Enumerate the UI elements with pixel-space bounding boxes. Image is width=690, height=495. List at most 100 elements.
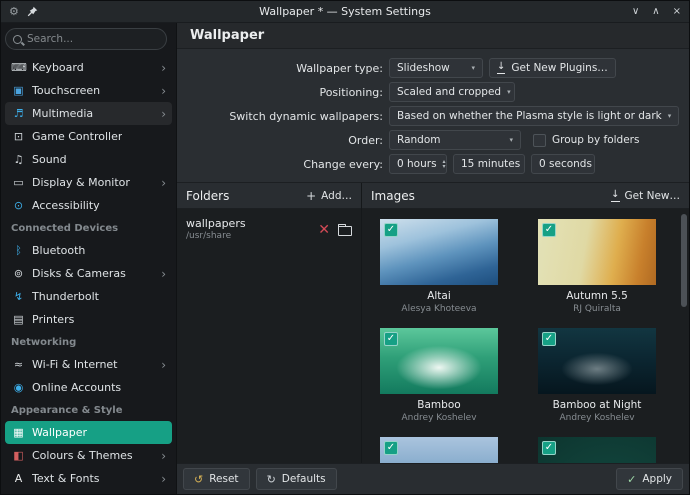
button-label: Get New… xyxy=(625,190,680,202)
wallpaper-author: Andrey Koshelev xyxy=(380,413,498,425)
sidebar-item-label: Touchscreen xyxy=(32,84,100,97)
dynamic-wallpapers-dropdown[interactable]: Based on whether the Plasma style is lig… xyxy=(389,106,679,126)
system-settings-window: ⚙ Wallpaper * — System Settings ∨ ∧ × ☰ xyxy=(0,0,690,495)
remove-folder-icon[interactable]: ✕ xyxy=(318,223,330,237)
sidebar-section-appearance-style: Appearance & Style xyxy=(5,399,172,421)
chevron-right-icon: › xyxy=(161,268,166,280)
sidebar-item-touchscreen[interactable]: ▣ Touchscreen › xyxy=(5,79,172,102)
wallpaper-author: Andrey Koshelev xyxy=(538,413,656,425)
colours-themes-icon: ◧ xyxy=(11,450,26,461)
wallpaper-thumbnail-bamboo[interactable]: ✓ Bamboo Andrey Koshelev xyxy=(380,328,498,425)
sidebar-item-printers[interactable]: ▤ Printers xyxy=(5,308,172,331)
spinner-value: 0 hours xyxy=(397,158,437,170)
wallpaper-thumbnail-altai[interactable]: ✓ Altai Alesya Khoteeva xyxy=(380,219,498,316)
thumbnail-image[interactable]: ✓ xyxy=(380,328,498,394)
thumbnail-image[interactable]: ✓ xyxy=(538,437,656,463)
spin-down-icon[interactable]: ▾ xyxy=(443,164,446,169)
sidebar-item-disks-cameras[interactable]: ⊚ Disks & Cameras › xyxy=(5,262,172,285)
seconds-spinner[interactable]: 0 seconds ▴ ▾ xyxy=(531,154,595,174)
sidebar-item-display-monitor[interactable]: ▭ Display & Monitor › xyxy=(5,171,172,194)
chevron-right-icon: › xyxy=(161,177,166,189)
titlebar: ⚙ Wallpaper * — System Settings ∨ ∧ × xyxy=(1,1,689,23)
positioning-label: Positioning: xyxy=(187,86,383,99)
wallpaper-form: Wallpaper type: Slideshow ▾ ↓ Get New Pl… xyxy=(177,49,689,182)
checkbox-checked-icon[interactable]: ✓ xyxy=(384,332,398,346)
order-dropdown[interactable]: Random ▾ xyxy=(389,130,521,150)
sidebar-section-networking: Networking xyxy=(5,331,172,353)
chevron-down-icon: ▾ xyxy=(668,112,672,120)
group-by-folders-checkbox[interactable] xyxy=(533,134,546,147)
get-new-wallpapers-button[interactable]: ↓ Get New… xyxy=(611,190,680,202)
sidebar-item-multimedia[interactable]: ♬ Multimedia › xyxy=(5,102,172,125)
wallpaper-thumbnail-partial-right[interactable]: ✓ xyxy=(538,437,656,463)
undo-icon: ↺ xyxy=(194,474,203,485)
wallpaper-thumbnail-partial-left[interactable]: ✓ xyxy=(380,437,498,463)
checkbox-checked-icon[interactable]: ✓ xyxy=(384,223,398,237)
switch-dynamic-wallpapers-label: Switch dynamic wallpapers: xyxy=(187,110,383,123)
hours-spinner[interactable]: 0 hours ▴ ▾ xyxy=(389,154,447,174)
checkbox-checked-icon[interactable]: ✓ xyxy=(542,332,556,346)
sidebar-item-sound[interactable]: ♫ Sound xyxy=(5,148,172,171)
search-icon xyxy=(13,35,22,44)
sidebar-item-label: Text & Fonts xyxy=(32,472,100,485)
button-label: Defaults xyxy=(282,473,326,485)
sidebar-item-label: Accessibility xyxy=(32,199,100,212)
chevron-right-icon: › xyxy=(161,62,166,74)
wallpaper-thumbnail-autumn[interactable]: ✓ Autumn 5.5 RJ Quiralta xyxy=(538,219,656,316)
online-accounts-icon: ◉ xyxy=(11,382,26,393)
maximize-button[interactable]: ∧ xyxy=(652,7,659,17)
sidebar-item-wifi-internet[interactable]: ≈ Wi-Fi & Internet › xyxy=(5,353,172,376)
folder-list-item[interactable]: wallpapers /usr/share ✕ xyxy=(177,209,361,250)
sidebar-item-thunderbolt[interactable]: ↯ Thunderbolt xyxy=(5,285,172,308)
sidebar-item-keyboard[interactable]: ⌨ Keyboard › xyxy=(5,56,172,79)
minutes-spinner[interactable]: 15 minutes ▴ ▾ xyxy=(453,154,525,174)
sidebar-item-text-fonts[interactable]: A Text & Fonts › xyxy=(5,467,172,490)
sidebar-item-accessibility[interactable]: ⊙ Accessibility xyxy=(5,194,172,217)
apply-button[interactable]: ✓ Apply xyxy=(616,468,683,490)
wallpaper-name: Autumn 5.5 xyxy=(538,290,656,304)
images-panel-title: Images xyxy=(371,189,415,203)
minimize-button[interactable]: ∨ xyxy=(632,7,639,17)
sidebar-item-bluetooth[interactable]: ᛒ Bluetooth xyxy=(5,239,172,262)
footer-bar: ↺ Reset ↻ Defaults ✓ Apply xyxy=(177,463,689,494)
bluetooth-icon: ᛒ xyxy=(11,245,26,256)
reset-button[interactable]: ↺ Reset xyxy=(183,468,250,490)
chevron-right-icon: › xyxy=(161,108,166,120)
thumbnail-image[interactable]: ✓ xyxy=(538,328,656,394)
chevron-down-icon: ▾ xyxy=(509,136,513,144)
wallpaper-thumbnail-bamboo-at-night[interactable]: ✓ Bamboo at Night Andrey Koshelev xyxy=(538,328,656,425)
defaults-button[interactable]: ↻ Defaults xyxy=(256,468,337,490)
positioning-dropdown[interactable]: Scaled and cropped ▾ xyxy=(389,82,515,102)
pin-icon[interactable] xyxy=(27,6,38,17)
sound-icon: ♫ xyxy=(11,154,26,165)
accessibility-icon: ⊙ xyxy=(11,200,26,211)
sidebar-item-wallpaper[interactable]: ▦ Wallpaper xyxy=(5,421,172,444)
checkbox-checked-icon[interactable]: ✓ xyxy=(542,441,556,455)
wallpaper-author: RJ Quiralta xyxy=(538,304,656,316)
folders-panel-title: Folders xyxy=(186,189,229,203)
sidebar-item-game-controller[interactable]: ⊡ Game Controller xyxy=(5,125,172,148)
wallpaper-type-dropdown[interactable]: Slideshow ▾ xyxy=(389,58,483,78)
checkbox-checked-icon[interactable]: ✓ xyxy=(384,441,398,455)
sidebar-item-colours-themes[interactable]: ◧ Colours & Themes › xyxy=(5,444,172,467)
get-new-plugins-button[interactable]: ↓ Get New Plugins… xyxy=(489,58,616,78)
thumbnail-image[interactable]: ✓ xyxy=(380,437,498,463)
search-box[interactable] xyxy=(5,28,167,50)
chevron-right-icon: › xyxy=(161,450,166,462)
thumbnail-image[interactable]: ✓ xyxy=(380,219,498,285)
order-label: Order: xyxy=(187,134,383,147)
dropdown-value: Slideshow xyxy=(397,62,450,74)
images-panel: Images ↓ Get New… ✓ xyxy=(362,183,689,463)
wallpaper-name: Altai xyxy=(380,290,498,304)
close-button[interactable]: × xyxy=(673,7,681,17)
thumbnail-image[interactable]: ✓ xyxy=(538,219,656,285)
add-folder-button[interactable]: + Add… xyxy=(306,190,352,202)
sidebar-item-online-accounts[interactable]: ◉ Online Accounts xyxy=(5,376,172,399)
window-title: Wallpaper * — System Settings xyxy=(1,5,689,18)
images-scrollbar[interactable] xyxy=(681,214,687,307)
open-folder-icon[interactable] xyxy=(338,226,352,236)
search-input[interactable] xyxy=(27,33,159,45)
checkbox-checked-icon[interactable]: ✓ xyxy=(542,223,556,237)
folders-panel: Folders + Add… wallpapers /usr/share xyxy=(177,183,362,463)
sidebar-item-label: Bluetooth xyxy=(32,244,85,257)
